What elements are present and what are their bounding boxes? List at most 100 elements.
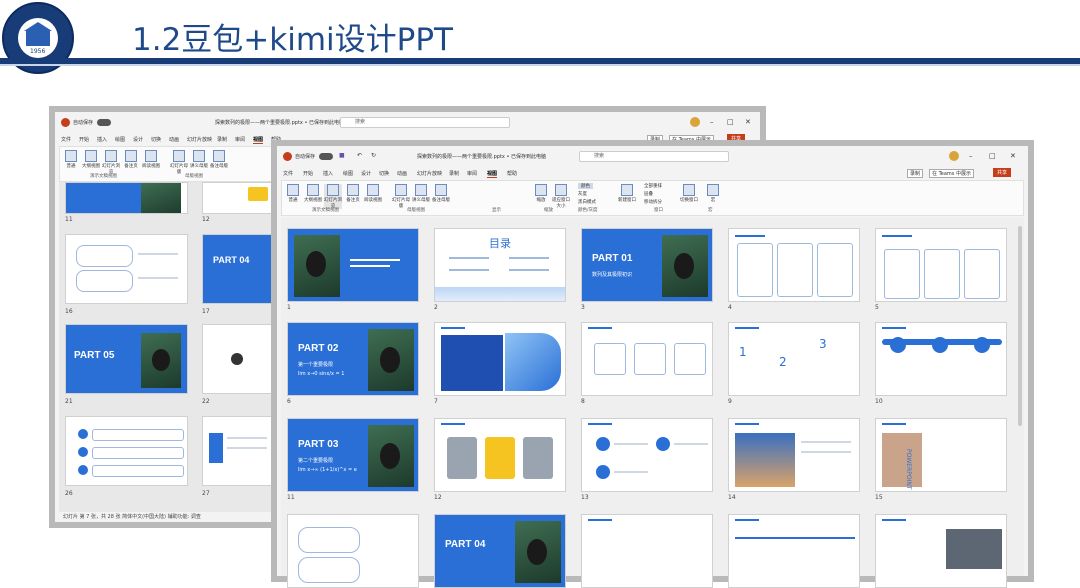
menu-home[interactable]: 开始 <box>303 170 313 177</box>
slide-thumb[interactable] <box>202 416 272 486</box>
teams-present-button[interactable]: 在 Teams 中展示 <box>929 169 974 178</box>
grayscale-option[interactable]: 灰度 <box>578 191 587 197</box>
minimize-icon[interactable]: – <box>710 118 714 126</box>
switch-window-button[interactable]: 切换窗口 <box>680 184 698 203</box>
handout-master-button[interactable]: 讲义母版 <box>412 184 430 203</box>
slide-thumb-1[interactable] <box>287 228 419 302</box>
save-icon[interactable]: ■ <box>339 152 345 159</box>
menu-review[interactable]: 审阅 <box>235 136 245 143</box>
menu-home[interactable]: 开始 <box>79 136 89 143</box>
menu-file[interactable]: 文件 <box>61 136 71 143</box>
menu-view[interactable]: 视图 <box>487 170 498 178</box>
slide-thumb[interactable] <box>202 324 272 394</box>
outline-view-button[interactable]: 大纲视图 <box>304 184 322 203</box>
menu-design[interactable]: 设计 <box>133 136 143 143</box>
slide-thumb-9[interactable]: 1 2 3 <box>728 322 860 396</box>
slide-thumb-14[interactable] <box>728 418 860 492</box>
slide-thumb-4[interactable] <box>728 228 860 302</box>
minimize-icon[interactable]: – <box>969 152 973 160</box>
slide-thumb-19[interactable] <box>728 514 860 588</box>
slide-thumb-6[interactable]: PART 02 第一个重要极限 lim x→0 sinx/x = 1 <box>287 322 419 396</box>
slide-thumb-2[interactable]: 目录 <box>434 228 566 302</box>
maximize-icon[interactable]: □ <box>727 118 734 126</box>
close-icon[interactable]: ✕ <box>745 118 751 126</box>
menu-animations[interactable]: 动画 <box>169 136 179 143</box>
menu-transitions[interactable]: 切换 <box>379 170 389 177</box>
reading-view-button[interactable]: 阅读视图 <box>364 184 382 203</box>
slide-thumb[interactable] <box>65 416 188 486</box>
search-box[interactable]: 搜索 <box>579 151 729 162</box>
autosave-toggle[interactable] <box>97 119 111 126</box>
slide-thumb[interactable] <box>202 182 272 214</box>
reading-view-button[interactable]: 阅读视图 <box>142 150 160 169</box>
record-button[interactable]: 录制 <box>907 169 924 178</box>
slide-sorter-button[interactable]: 幻灯片浏览 <box>102 150 120 175</box>
menu-record[interactable]: 录制 <box>449 170 459 177</box>
undo-icon[interactable]: ↶ <box>357 152 362 159</box>
menu-slideshow[interactable]: 幻灯片放映 <box>417 170 442 177</box>
normal-view-button[interactable]: 普通 <box>284 184 302 203</box>
slide-thumb[interactable]: PART 05 <box>65 324 188 394</box>
menu-design[interactable]: 设计 <box>361 170 371 177</box>
new-window-button[interactable]: 新建窗口 <box>618 184 636 203</box>
slide-thumb-8[interactable] <box>581 322 713 396</box>
slide-thumb[interactable]: PART 04 <box>202 234 272 304</box>
redo-icon[interactable]: ↻ <box>371 152 376 159</box>
slide-thumb-20[interactable] <box>875 514 1007 588</box>
normal-view-button[interactable]: 普通 <box>62 150 80 169</box>
autosave-toggle[interactable] <box>319 153 333 160</box>
slide-thumb-3[interactable]: PART 01 数列及其极限初识 <box>581 228 713 302</box>
menu-help[interactable]: 帮助 <box>507 170 517 177</box>
slide-master-button[interactable]: 幻灯片母版 <box>170 150 188 175</box>
menu-slideshow[interactable]: 幻灯片放映 <box>187 136 212 143</box>
menu-insert[interactable]: 插入 <box>97 136 107 143</box>
menu-transitions[interactable]: 切换 <box>151 136 161 143</box>
record-button[interactable]: 录制 <box>647 135 664 144</box>
slide-thumb-16[interactable] <box>287 514 419 588</box>
slide-thumb-5[interactable] <box>875 228 1007 302</box>
slide-thumb-10[interactable] <box>875 322 1007 396</box>
slide-thumb-7[interactable] <box>434 322 566 396</box>
menu-file[interactable]: 文件 <box>283 170 293 177</box>
slide-thumb[interactable] <box>65 182 188 214</box>
notes-page-button[interactable]: 备注页 <box>122 150 140 169</box>
slide-thumb-15[interactable]: POWERPOINT <box>875 418 1007 492</box>
menu-draw[interactable]: 绘图 <box>115 136 125 143</box>
black-white-option[interactable]: 黑白模式 <box>578 199 596 205</box>
notes-master-button[interactable]: 备注母版 <box>432 184 450 203</box>
notes-page-button[interactable]: 备注页 <box>344 184 362 203</box>
menu-view[interactable]: 视图 <box>253 136 264 144</box>
menu-animations[interactable]: 动画 <box>397 170 407 177</box>
outline-view-button[interactable]: 大纲视图 <box>82 150 100 169</box>
share-button[interactable]: 共享 <box>727 134 746 143</box>
maximize-icon[interactable]: □ <box>989 152 996 160</box>
handout-master-button[interactable]: 讲义母版 <box>190 150 208 169</box>
arrange-all-option[interactable]: 全部重排 <box>644 183 662 189</box>
slide-thumb-13[interactable] <box>581 418 713 492</box>
share-button[interactable]: 共享 <box>993 168 1012 177</box>
avatar[interactable] <box>949 151 959 161</box>
avatar[interactable] <box>690 117 700 127</box>
teams-present-button[interactable]: 在 Teams 中展示 <box>669 135 714 144</box>
cascade-option[interactable]: 层叠 <box>644 191 653 197</box>
vertical-scrollbar[interactable] <box>1018 226 1022 426</box>
color-option[interactable]: 颜色 <box>578 183 593 189</box>
fit-to-window-button[interactable]: 适应窗口大小 <box>552 184 570 209</box>
slide-sorter-button[interactable]: 幻灯片浏览 <box>324 184 342 209</box>
front-powerpoint-window[interactable]: 自动保存 ■ ↶ ↻ 探索数列的极限——两个重要极限.pptx • 已保存到此电… <box>277 146 1028 588</box>
notes-master-button[interactable]: 备注母版 <box>210 150 228 169</box>
zoom-button[interactable]: 缩放 <box>532 184 550 203</box>
menu-review[interactable]: 审阅 <box>467 170 477 177</box>
menu-draw[interactable]: 绘图 <box>343 170 353 177</box>
macros-button[interactable]: 宏 <box>704 184 722 203</box>
slide-thumb-17[interactable]: PART 04 <box>434 514 566 588</box>
menu-record[interactable]: 录制 <box>217 136 227 143</box>
menu-insert[interactable]: 插入 <box>323 170 333 177</box>
menu-help[interactable]: 帮助 <box>271 136 281 143</box>
move-split-option[interactable]: 移动拆分 <box>644 199 662 205</box>
slide-thumb-11[interactable]: PART 03 第二个重要极限 lim x→∞ (1+1/x)^x = e <box>287 418 419 492</box>
slide-thumb[interactable] <box>65 234 188 304</box>
slide-thumb-12[interactable] <box>434 418 566 492</box>
search-box[interactable]: 搜索 <box>340 117 510 128</box>
slide-thumb-18[interactable] <box>581 514 713 588</box>
